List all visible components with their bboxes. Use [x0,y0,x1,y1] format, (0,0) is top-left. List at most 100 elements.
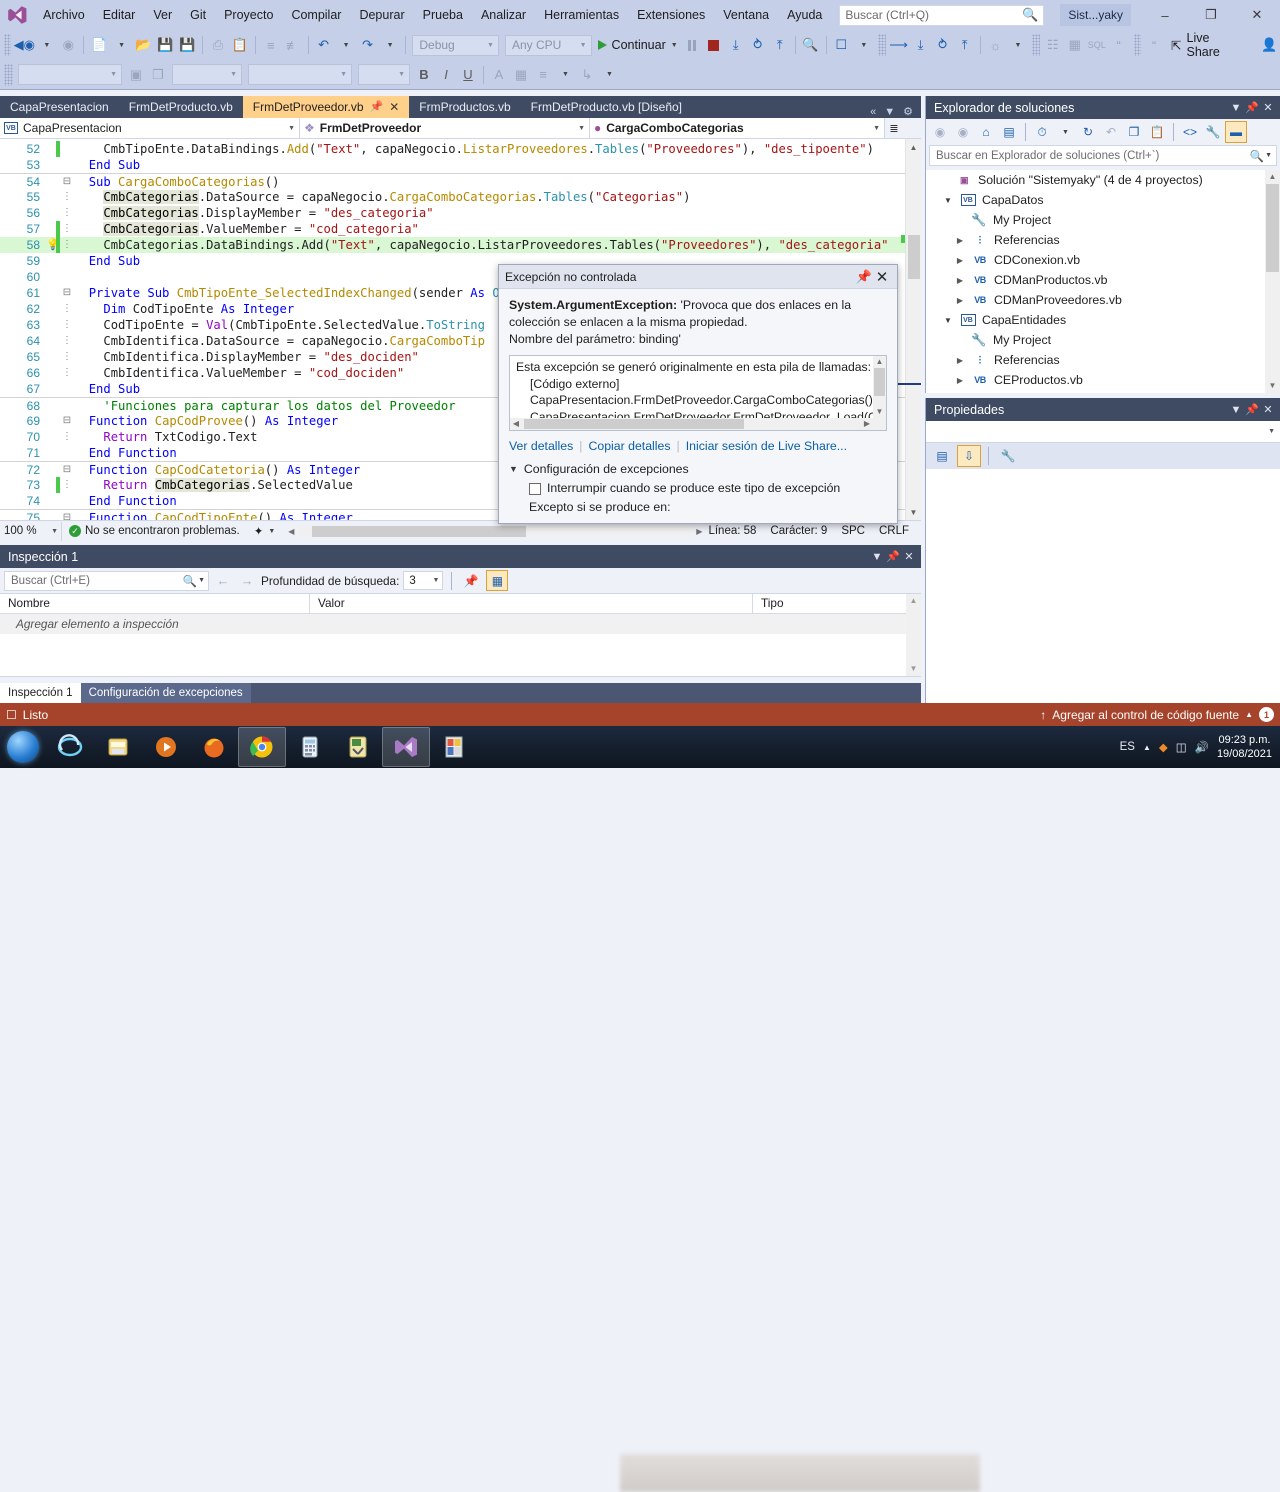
tab-capapresentacion[interactable]: CapaPresentacion [0,96,119,118]
chevron-collapsed-icon[interactable]: ▶ [954,376,966,385]
chevron-collapsed-icon[interactable]: ▶ [954,276,966,285]
calculator-icon[interactable] [286,727,334,767]
background-color-icon[interactable]: ▦ [510,63,532,87]
menu-prueba[interactable]: Prueba [414,0,472,30]
tree-item-ceproveedores-vb[interactable]: ▶ VB CEProveedores.vb [926,390,1280,393]
solution-tree[interactable]: ▣ Solución "Sistemyaky" (4 de 4 proyecto… [926,170,1280,393]
new-item-dropdown-icon[interactable]: ▼ [110,33,132,57]
eol-indicator[interactable]: CRLF [879,525,909,537]
minimize-icon[interactable]: ‒ [1142,0,1188,30]
pending-changes-icon[interactable]: ▤ [998,121,1020,143]
forward-arrow-icon[interactable]: ◉ [952,121,974,143]
preview-selected-items-icon[interactable]: ▬ [1225,121,1247,143]
navigate-backward-icon[interactable]: ◀◉ [13,33,35,57]
refresh-icon[interactable]: ↻ [1077,121,1099,143]
align-icon[interactable]: ≡ [532,63,554,87]
toolbar-grip[interactable] [1032,34,1040,56]
network-icon[interactable]: ◫ [1176,740,1187,754]
sql-icon[interactable]: SQL [1086,33,1108,57]
diagnostic-tools-icon[interactable]: 🔍 [800,33,822,57]
close-icon[interactable]: ✕ [873,268,891,286]
tree-item-my-project[interactable]: 🔧 My Project [926,210,1280,230]
watch-add-item-row[interactable]: Agregar elemento a inspección [0,614,921,634]
break-when-thrown-option[interactable]: Interrumpir cuando se produce este tipo … [509,479,887,498]
back-arrow-icon[interactable]: ◉ [929,121,951,143]
nav-member-dropdown[interactable]: ● CargaComboCategorias ▼ [590,118,885,138]
pin-icon[interactable]: 📌 [855,269,873,285]
properties-grid[interactable] [926,469,1280,703]
menu-proyecto[interactable]: Proyecto [215,0,282,30]
fold-marker[interactable]: ⋮ [60,477,74,493]
source-control-button[interactable]: Agregar al control de código fuente [1052,708,1239,722]
editor-vertical-scrollbar[interactable]: ▲ ▼ [905,139,921,520]
call-stack-vertical-scrollbar[interactable]: ▲ ▼ [873,356,886,418]
save-all-icon[interactable]: 💾 [176,33,198,57]
scroll-up-icon[interactable]: ▲ [873,356,886,368]
sync-with-active-document-icon[interactable]: ⏱ [1031,121,1053,143]
color-combo[interactable]: ▼ [358,64,410,85]
foreground-color-icon[interactable]: A [488,63,510,87]
fold-marker[interactable]: ⋮ [60,205,74,221]
align-dropdown-icon[interactable]: ▼ [554,63,576,87]
fold-marker[interactable]: ⋮ [60,221,74,237]
copy-icon[interactable]: 📋 [1146,121,1168,143]
show-all-files-icon[interactable]: ❐ [1123,121,1145,143]
scroll-up-icon[interactable]: ▲ [1265,170,1280,184]
fold-marker[interactable]: ⋮ [60,349,74,365]
tab-frmdetproducto-vb[interactable]: FrmDetProducto.vb [118,96,243,118]
toolbox-grid-icon[interactable]: ▦ [1064,33,1086,57]
fold-marker[interactable] [60,157,74,173]
step-over-icon[interactable]: ⥁ [747,33,769,57]
close-icon[interactable]: ✕ [389,96,399,118]
spaces-indicator[interactable]: SPC [841,525,865,537]
toolbar-grip[interactable] [4,63,13,86]
fold-marker[interactable]: ⊟ [60,462,74,477]
tab-frmdetproveedor-vb[interactable]: FrmDetProveedor.vb 📌 ✕ [242,96,410,118]
exception-call-stack[interactable]: Esta excepción se generó originalmente e… [509,355,887,431]
fold-marker[interactable] [60,493,74,509]
toolbar-grip[interactable] [878,34,886,56]
column-header-nombre[interactable]: Nombre [0,594,310,613]
redo-dropdown-icon[interactable]: ▼ [379,33,401,57]
show-hidden-icons-icon[interactable]: ▲ [1143,743,1151,752]
fold-marker[interactable] [60,381,74,397]
step-over-2-icon[interactable]: ⥁ [932,33,954,57]
pin-icon[interactable]: 📌 [885,550,901,563]
object-browser-icon[interactable]: ☷ [1042,33,1064,57]
scroll-up-icon[interactable]: ▲ [906,594,921,608]
menu-ayuda[interactable]: Ayuda [778,0,831,30]
menu-herramientas[interactable]: Herramientas [535,0,628,30]
scrollbar-thumb[interactable] [874,368,885,396]
solution-configuration-combo[interactable]: Debug ▼ [412,34,499,56]
navigate-forward-icon[interactable]: ◉ [57,33,79,57]
menu-ventana[interactable]: Ventana [714,0,778,30]
quote2-icon[interactable]: “ [1143,33,1165,57]
new-item-icon[interactable]: 📄 [88,33,110,57]
quick-launch-search[interactable]: Buscar (Ctrl+Q) 🔍 [839,4,1045,26]
exception-settings-header[interactable]: ▼ Configuración de excepciones [509,460,887,479]
tab-frmdetproducto-diseno[interactable]: FrmDetProducto.vb [Diseño] [520,96,693,118]
navigate-backward-dropdown-icon[interactable]: ▼ [35,33,57,57]
watch-grid-scrollbar[interactable]: ▲ ▼ [906,594,921,676]
tree-item-cdmanproductos-vb[interactable]: ▶ VB CDManProductos.vb [926,270,1280,290]
properties-icon[interactable]: 🔧 [1202,121,1224,143]
chevron-collapsed-icon[interactable]: ▶ [954,296,966,305]
tab-list-icon[interactable]: ▼ [884,106,895,118]
nav-type-dropdown[interactable]: ❖ FrmDetProveedor ▼ [300,118,590,138]
toolbar-grip[interactable] [1133,34,1142,56]
cut-icon[interactable]: ⎙ [207,33,229,57]
menu-extensiones[interactable]: Extensiones [628,0,714,30]
wrap-icon[interactable]: ↳ [576,63,598,87]
clock[interactable]: 09:23 p.m. 19/08/2021 [1217,733,1272,761]
chevron-down-icon[interactable]: ▼ [1228,404,1244,416]
categorized-icon[interactable]: ▤ [930,445,954,467]
scrollbar-thumb[interactable] [908,235,920,279]
save-icon[interactable]: 💾 [154,33,176,57]
live-share-button[interactable]: ⇱ Live Share [1165,31,1238,59]
scroll-down-icon[interactable]: ▼ [1265,379,1280,393]
italic-icon[interactable]: I [435,63,457,87]
lightbulb-icon[interactable]: 💡 [46,237,60,253]
solution-platform-combo[interactable]: Any CPU ▼ [504,34,592,56]
home-icon[interactable]: ⌂ [975,121,997,143]
scroll-up-icon[interactable]: ▲ [906,139,921,155]
